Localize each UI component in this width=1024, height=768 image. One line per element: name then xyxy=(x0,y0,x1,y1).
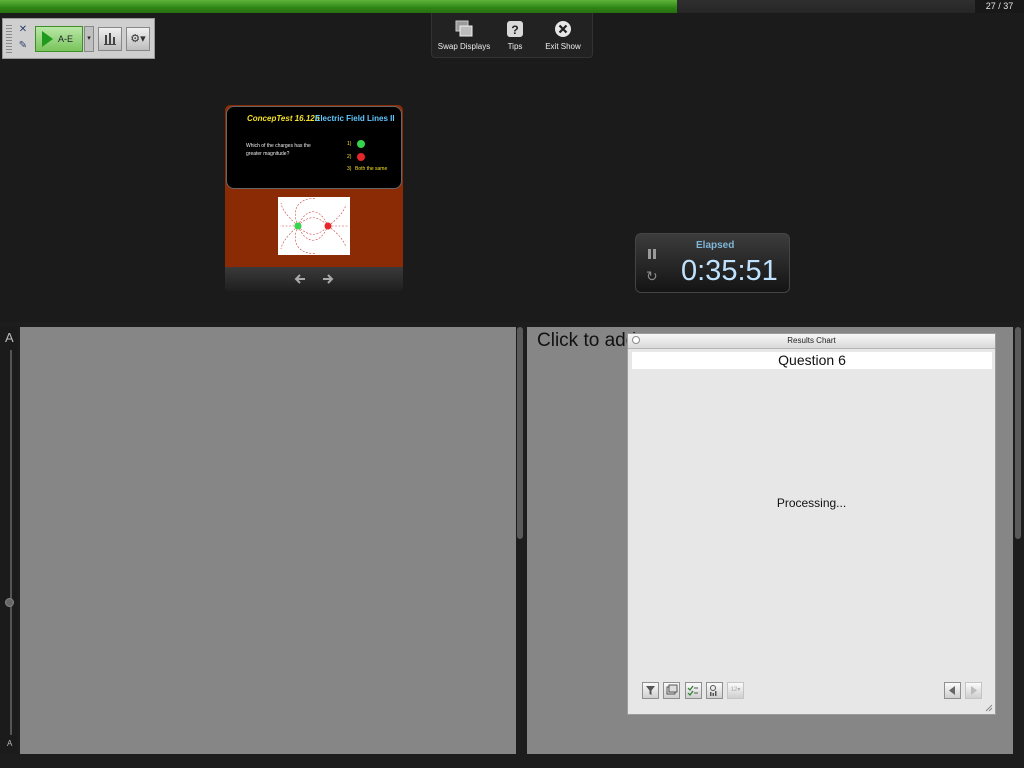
notes-panel[interactable] xyxy=(20,327,516,754)
edit-icon[interactable]: ✎ xyxy=(18,41,28,51)
exit-icon xyxy=(555,21,571,37)
results-titlebar[interactable]: Results Chart xyxy=(628,334,995,349)
font-size-slider-knob[interactable] xyxy=(5,598,14,607)
font-size-slider[interactable] xyxy=(10,350,12,735)
chart-settings-icon xyxy=(710,685,717,696)
triangle-right-icon xyxy=(971,686,977,695)
grip-icon[interactable] xyxy=(6,25,12,53)
timer-label: Elapsed xyxy=(696,240,735,251)
chart-settings-button[interactable] xyxy=(706,682,723,699)
play-icon xyxy=(42,31,53,47)
top-menu: Swap Displays ? Tips Exit Show xyxy=(431,13,593,58)
start-polling-button[interactable]: A-E xyxy=(35,26,83,52)
option-1-number: 1) xyxy=(347,141,352,147)
font-size-large-label: A xyxy=(5,330,14,345)
timer-value: 0:35:51 xyxy=(681,255,778,287)
tips-label: Tips xyxy=(507,42,523,51)
filter-icon xyxy=(646,686,655,695)
triangle-left-icon xyxy=(949,686,955,695)
results-question-bar: Question 6 xyxy=(632,352,992,369)
results-status: Processing... xyxy=(776,496,847,510)
exit-show-label: Exit Show xyxy=(545,42,581,51)
help-icon: ? xyxy=(507,21,523,37)
slide-title: ConcepTest 16.12b xyxy=(247,114,320,123)
settings-button[interactable]: ⚙▾ xyxy=(126,27,150,51)
resize-grip-icon[interactable] xyxy=(985,704,993,712)
reset-icon[interactable]: ↻ xyxy=(646,268,658,285)
tips-button[interactable]: ? Tips xyxy=(500,13,530,58)
slide-area-scrollbar[interactable] xyxy=(1015,327,1021,539)
bar-chart-icon xyxy=(104,33,116,45)
option-2-number: 2) xyxy=(347,154,352,160)
svg-text:?: ? xyxy=(511,23,518,37)
slide-question-box: ConcepTest 16.12b Electric Field Lines I… xyxy=(226,106,402,189)
click-to-add-placeholder[interactable]: Click to add xyxy=(537,330,636,352)
close-icon[interactable]: ✕ xyxy=(18,25,28,35)
swap-displays-button[interactable]: Swap Displays xyxy=(436,13,492,58)
show-chart-button[interactable] xyxy=(98,27,122,51)
font-size-slider-panel xyxy=(0,327,18,754)
next-slide-icon[interactable] xyxy=(322,273,334,285)
positive-charge-icon xyxy=(357,140,365,148)
prev-slide-icon[interactable] xyxy=(294,273,306,285)
swap-displays-icon xyxy=(455,20,473,37)
notes-scrollbar[interactable] xyxy=(517,327,523,539)
option-3-label: Both the same xyxy=(355,166,388,172)
slide-subtitle: Electric Field Lines II xyxy=(315,114,395,123)
results-chart-window: Results Chart Question 6 Processing... 1… xyxy=(627,333,996,715)
option-3-number: 3) xyxy=(347,166,352,172)
field-lines-diagram xyxy=(278,197,350,255)
slide-counter: 27 / 37 xyxy=(975,0,1024,13)
results-question-title: Question 6 xyxy=(778,352,846,368)
progress-fill xyxy=(0,0,677,13)
slide-nav-bar xyxy=(225,267,403,291)
previous-question-button[interactable] xyxy=(944,682,961,699)
swap-displays-label: Swap Displays xyxy=(437,42,491,51)
compare-button[interactable] xyxy=(685,682,702,699)
polling-toolbar: ✕ ✎ A-E ▾ ⚙▾ xyxy=(2,18,155,59)
exit-show-button[interactable]: Exit Show xyxy=(538,13,588,58)
slide-preview[interactable]: ConcepTest 16.12b Electric Field Lines I… xyxy=(225,105,403,291)
negative-charge-icon xyxy=(357,153,365,161)
slide-question: Which of the charges has the greater mag… xyxy=(246,143,311,157)
filter-button[interactable] xyxy=(642,682,659,699)
checklist-icon xyxy=(687,685,698,696)
progress-bar xyxy=(0,0,975,13)
window-mode-button[interactable] xyxy=(663,682,680,699)
close-window-icon[interactable] xyxy=(632,336,640,344)
windows-icon xyxy=(666,684,678,695)
rank-button[interactable]: 12▾ xyxy=(727,682,744,699)
next-question-button[interactable] xyxy=(965,682,982,699)
results-window-title: Results Chart xyxy=(787,336,836,345)
font-size-small-label: A xyxy=(7,739,13,748)
poll-type-label: A-E xyxy=(58,34,74,44)
elapsed-timer: Elapsed ↻ 0:35:51 xyxy=(635,233,790,293)
poll-type-dropdown[interactable]: ▾ xyxy=(84,26,94,52)
pause-icon[interactable] xyxy=(647,248,657,260)
